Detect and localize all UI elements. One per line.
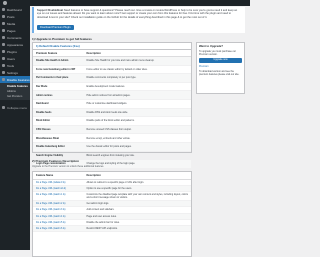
- sidebar-submenu: Disable Features Addons Get Premium: [0, 83, 30, 100]
- feature-name: Admin notices: [33, 90, 84, 100]
- submenu-item-get-premium[interactable]: Get Premium: [0, 94, 30, 99]
- premium-features-table: Feature Name Description Do a Page URL (…: [33, 172, 191, 232]
- page-icon: [2, 29, 5, 32]
- feature-description: Hide or customise dashboard widgets.: [83, 99, 191, 109]
- upgrade-note: To download version and see the premium …: [199, 69, 240, 76]
- feature-name: Dashboard: [33, 99, 84, 109]
- feature-name: Dev Mode: [33, 82, 84, 92]
- dashboard-icon: [2, 8, 5, 11]
- main-content: Support Disablebloat Need features or ha…: [32, 7, 247, 257]
- feature-description: Disable Site Health for your site and mo…: [83, 56, 191, 66]
- table-row: Admin notices Hide admin notices from all…: [33, 90, 191, 100]
- table-row: Force new Gutenberg editor in WP Force ed…: [33, 65, 191, 75]
- feature-name: Disable Gutenberg Editor: [33, 142, 84, 152]
- premium-feature-name[interactable]: Do a Page URL (&adm:6 &): [33, 225, 84, 232]
- feature-description: Disable RSS and Atom feeds site wide.: [83, 108, 191, 118]
- feature-description: Disable comments completely or per post …: [83, 73, 191, 83]
- feature-description: Enable development mode features.: [83, 82, 191, 92]
- table-row: Block Editor Disable parts of the block e…: [33, 116, 191, 126]
- premium-features-box: Feature Name Description Do a Page URL (…: [32, 171, 192, 257]
- table-row: Do a Page URL (&adm:1 &) Customize the di…: [33, 191, 191, 202]
- table-row: CSS Classes Remove unused CSS classes fro…: [33, 125, 191, 135]
- feature-name: Disable Site Health in Admin: [33, 56, 84, 66]
- column-header: Feature Name: [33, 172, 84, 180]
- upgrade-text: To upgrade you must purchase our Premium…: [199, 50, 236, 56]
- table-row: Disable Gutenberg Editor Use the classic …: [33, 142, 191, 152]
- wordpress-logo-icon[interactable]: [3, 1, 7, 5]
- feature-name: Miscellaneous Bloat: [33, 133, 84, 143]
- feature-description: Hide admin notices from all admin pages.: [83, 90, 191, 100]
- table-row: Miscellaneous Bloat Remove emoji, embeds …: [33, 133, 191, 143]
- user-icon: [2, 57, 5, 60]
- sidebar-item-appearance[interactable]: Appearance: [0, 41, 30, 48]
- features-table: Premium Feature Description Disable Site…: [33, 50, 191, 169]
- notice-text: Need features or have support & question…: [37, 9, 238, 19]
- premium-feature-description: Restrict REST API endpoints.: [83, 225, 191, 232]
- feature-name: Disable feeds: [33, 108, 84, 118]
- premium-feature-name[interactable]: Do a Page URL (&adm:1 &): [33, 191, 84, 202]
- sidebar-item-settings[interactable]: Settings: [0, 69, 30, 76]
- collapse-icon: [2, 106, 5, 109]
- feature-name: Force new Gutenberg editor in WP: [33, 65, 84, 75]
- section-description: Upgrade to the Premium version to unlock…: [32, 165, 105, 168]
- sidebar-item-pages[interactable]: Pages: [0, 27, 30, 34]
- sidebar-item-tools[interactable]: Tools: [0, 62, 30, 69]
- section-title: 2) Premium Features Description: [32, 159, 80, 163]
- wrench-icon: [2, 64, 5, 67]
- premium-feature-description: Customize the disabled page template wit…: [83, 191, 191, 202]
- feature-name: CSS Classes: [33, 125, 84, 135]
- table-row: Put Comments in their place Disable comme…: [33, 73, 191, 83]
- settings-icon: [2, 71, 5, 74]
- upgrade-button[interactable]: Upgrade now: [199, 58, 242, 63]
- feature-description: Use the classic editor for posts and pag…: [83, 142, 191, 152]
- sidebar-item-plugins[interactable]: Plugins: [0, 48, 30, 55]
- sidebar-item-comments[interactable]: Comments: [0, 34, 30, 41]
- upgrade-box: Want to Upgrade? To upgrade you must pur…: [196, 42, 245, 94]
- comment-icon: [2, 36, 5, 39]
- features-box-heading[interactable]: 1) Default Disable Features (free): [33, 43, 191, 50]
- table-row: Disable Site Health in Admin Disable Site…: [33, 56, 191, 66]
- table-row: Dev Mode Enable development mode features…: [33, 82, 191, 92]
- feature-description: Remove emoji, embeds and other extras.: [83, 133, 191, 143]
- feature-name: Block Editor: [33, 116, 84, 126]
- sidebar-item-users[interactable]: Users: [0, 55, 30, 62]
- feature-description: Remove unused CSS classes from output.: [83, 125, 191, 135]
- table-row: Dashboard Hide or customise dashboard wid…: [33, 99, 191, 109]
- feature-description: Block search engines from indexing your …: [83, 151, 191, 161]
- sidebar-item-dashboard[interactable]: Dashboard: [0, 6, 30, 13]
- sidebar-item-posts[interactable]: Posts: [0, 13, 30, 20]
- media-icon: [2, 22, 5, 25]
- table-row: Disable feeds Disable RSS and Atom feeds …: [33, 108, 191, 118]
- collapse-menu-button[interactable]: Collapse menu: [0, 104, 30, 111]
- premium-link[interactable]: Premium: [199, 65, 209, 68]
- feature-description: Disable parts of the block editor and pa…: [83, 116, 191, 126]
- column-header: Description: [83, 172, 191, 180]
- table-row: Do a Page URL (&adm:6 &) Restrict REST AP…: [33, 225, 191, 232]
- upgrade-title: Want to Upgrade?: [199, 44, 223, 48]
- sidebar-item-media[interactable]: Media: [0, 20, 30, 27]
- feature-description: Force editor to use classic editor by de…: [83, 65, 191, 75]
- plugin-icon: [2, 50, 5, 53]
- download-premium-button[interactable]: Download Premium Plugin: [37, 25, 74, 30]
- pin-icon: [2, 15, 5, 18]
- features-box: 1) Default Disable Features (free) Premi…: [32, 42, 192, 169]
- brush-icon: [2, 43, 5, 46]
- feature-name: Put Comments in their place: [33, 73, 84, 83]
- admin-sidebar: Dashboard Posts Media Pages Comments App…: [0, 6, 30, 250]
- admin-bar: [0, 0, 250, 6]
- section-title: 1) Upgrade to Premium to get full featur…: [32, 37, 92, 41]
- block-icon: [2, 78, 5, 81]
- support-notice: Support Disablebloat Need features or ha…: [32, 7, 245, 33]
- sidebar-item-disable-features[interactable]: Disable Features: [0, 76, 30, 83]
